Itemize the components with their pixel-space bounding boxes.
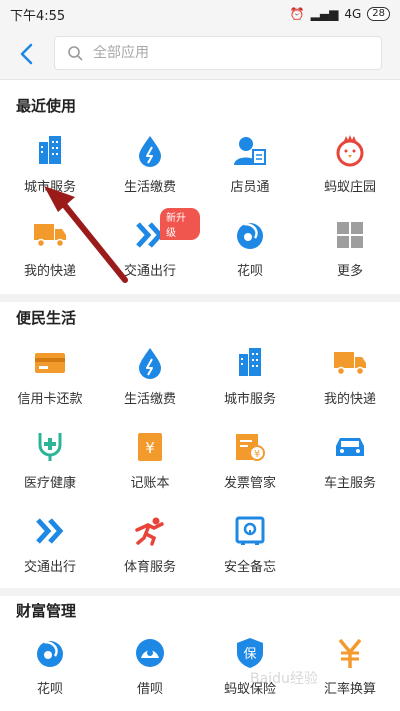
app-label: 店员通 [230, 180, 270, 195]
app-transit[interactable]: 交通出行 [0, 504, 100, 588]
truck-icon [333, 346, 367, 380]
exchange-icon [333, 636, 367, 670]
app-label: 花呗 [36, 682, 63, 697]
app-label: 借呗 [136, 682, 163, 697]
signal-icon: ▂▄▆ [310, 7, 339, 21]
app-label: 我的快递 [323, 392, 376, 407]
sports-icon [133, 514, 167, 548]
app-transit[interactable]: 交通出行 新升级 [100, 208, 200, 292]
app-label: 安全备忘 [223, 560, 276, 575]
chick-icon [333, 134, 367, 168]
app-my-express[interactable]: 我的快递 [300, 336, 400, 420]
ledger-icon: ¥ [133, 430, 167, 464]
invoice-icon: ¥ [233, 430, 267, 464]
search-icon [68, 46, 83, 61]
section-title-wealth: 财富管理 [16, 602, 77, 620]
app-label: 交通出行 [23, 560, 76, 575]
section-divider [0, 294, 400, 302]
app-huabei[interactable]: 花呗 [0, 626, 100, 710]
transit-icon [33, 514, 67, 548]
section-title-recent: 最近使用 [16, 97, 77, 115]
app-more[interactable]: 更多 [300, 208, 400, 292]
city-icon [233, 346, 267, 380]
app-label: 体育服务 [123, 560, 176, 575]
section-title-convenience: 便民生活 [16, 309, 77, 327]
battery-icon: 28 [367, 7, 390, 21]
clerk-icon [233, 134, 267, 168]
safe-icon [233, 514, 267, 548]
app-sports[interactable]: 体育服务 [100, 504, 200, 588]
water-drop-icon [133, 346, 167, 380]
app-ant-farm[interactable]: 蚂蚁庄园 [300, 124, 400, 208]
app-label: 发票管家 [223, 476, 276, 491]
app-label: 汇率换算 [323, 682, 376, 697]
watermark: Baidu经验 [250, 671, 318, 687]
app-city-service[interactable]: 城市服务 [200, 336, 300, 420]
app-city-service[interactable]: 城市服务 [0, 124, 100, 208]
app-label: 交通出行 [123, 264, 176, 279]
app-label: 城市服务 [23, 180, 76, 195]
app-ledger[interactable]: ¥ 记账本 [100, 420, 200, 504]
more-grid-icon [333, 218, 367, 252]
credit-card-icon [33, 346, 67, 380]
app-jiebei[interactable]: 借呗 [100, 626, 200, 710]
status-right: ⏰ ▂▄▆ 4G 28 [290, 7, 390, 21]
convenience-grid: 信用卡还款 生活缴费 城市服务 我的快递 医疗健康 ¥ 记账本 ¥ 发票管家 车… [0, 336, 400, 588]
header [0, 28, 400, 80]
search-box[interactable] [54, 36, 382, 70]
app-credit-card-repay[interactable]: 信用卡还款 [0, 336, 100, 420]
wealth-grid: 花呗 借呗 保 蚂蚁保险 汇率换算 [0, 626, 400, 710]
app-label: 生活缴费 [123, 392, 176, 407]
svg-text:保: 保 [243, 647, 256, 662]
status-bar: 下午4:55 ⏰ ▂▄▆ 4G 28 [0, 0, 400, 28]
alarm-icon: ⏰ [289, 7, 305, 21]
app-label: 蚂蚁庄园 [323, 180, 376, 195]
app-car-owner[interactable]: 车主服务 [300, 420, 400, 504]
app-clerk[interactable]: 店员通 [200, 124, 300, 208]
truck-icon [33, 218, 67, 252]
back-button[interactable] [16, 40, 40, 68]
recent-grid: 城市服务 生活缴费 店员通 蚂蚁庄园 我的快递 交通出行 新升级 花呗 更多 [0, 124, 400, 292]
back-arrow-icon [20, 43, 33, 65]
section-divider [0, 588, 400, 596]
app-label: 城市服务 [223, 392, 276, 407]
app-label: 花呗 [236, 264, 263, 279]
app-utility-bill[interactable]: 生活缴费 [100, 336, 200, 420]
medical-icon [33, 430, 67, 464]
new-upgrade-badge: 新升级 [160, 208, 200, 240]
app-utility-bill[interactable]: 生活缴费 [100, 124, 200, 208]
status-time: 下午4:55 [10, 8, 66, 24]
search-input[interactable] [91, 44, 355, 62]
app-huabei[interactable]: 花呗 [200, 208, 300, 292]
svg-text:¥: ¥ [145, 439, 155, 457]
insurance-icon: 保 [233, 636, 267, 670]
network-type: 4G [344, 7, 362, 21]
app-label: 医疗健康 [23, 476, 76, 491]
app-invoice[interactable]: ¥ 发票管家 [200, 420, 300, 504]
jiebei-icon [133, 636, 167, 670]
app-my-express[interactable]: 我的快递 [0, 208, 100, 292]
car-icon [333, 430, 367, 464]
svg-text:¥: ¥ [254, 449, 260, 460]
app-label: 信用卡还款 [17, 392, 83, 407]
app-security-memo[interactable]: 安全备忘 [200, 504, 300, 588]
app-label: 车主服务 [323, 476, 376, 491]
app-label: 我的快递 [23, 264, 76, 279]
huabei-icon [33, 636, 67, 670]
city-icon [33, 134, 67, 168]
app-label: 生活缴费 [123, 180, 176, 195]
app-medical[interactable]: 医疗健康 [0, 420, 100, 504]
app-label: 更多 [336, 264, 363, 279]
app-label: 记账本 [130, 476, 170, 491]
huabei-icon [233, 218, 267, 252]
water-drop-icon [133, 134, 167, 168]
